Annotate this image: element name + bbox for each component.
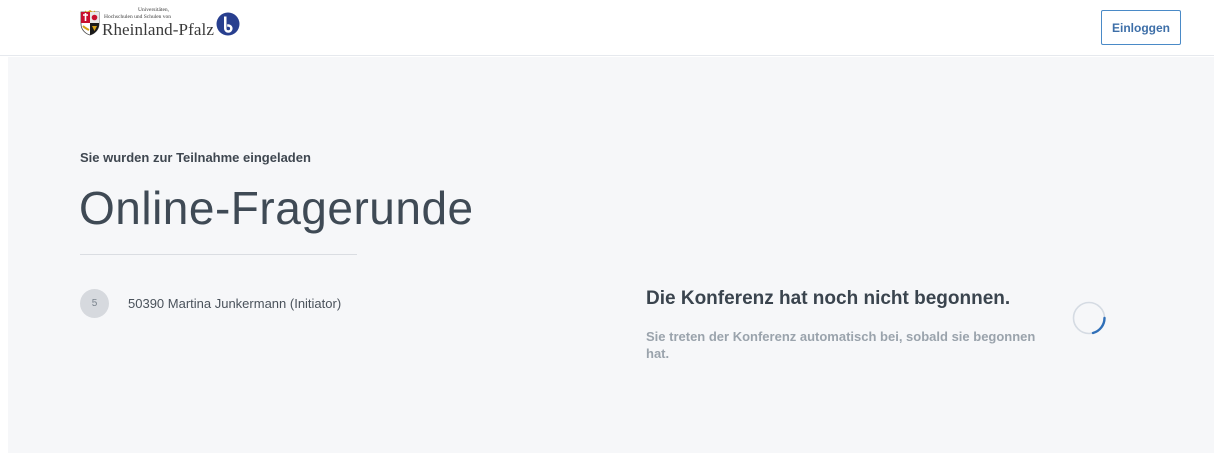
- top-navbar: Universitäten, Hochschulen und Schulen v…: [0, 0, 1214, 56]
- bigbluebutton-b-icon: [216, 12, 240, 35]
- status-subtitle: Sie treten der Konferenz automatisch bei…: [646, 329, 1036, 361]
- invite-text: Sie wurden zur Teilnahme eingeladen: [80, 150, 311, 165]
- logo-line-3: Rheinland-Pfalz: [102, 20, 214, 39]
- logo[interactable]: Universitäten, Hochschulen und Schulen v…: [80, 7, 240, 39]
- owner-avatar: 5: [80, 289, 109, 318]
- main-panel: [8, 57, 1214, 453]
- status-title: Die Konferenz hat noch nicht begonnen.: [646, 288, 1011, 309]
- room-title: Online-Fragerunde: [79, 182, 474, 234]
- logo-line-1: Universitäten,: [138, 7, 170, 13]
- title-divider: [80, 254, 357, 255]
- logo-text: Universitäten, Hochschulen und Schulen v…: [102, 7, 214, 39]
- login-button[interactable]: Einloggen: [1101, 10, 1181, 45]
- loading-spinner-icon: [1072, 301, 1106, 335]
- coat-of-arms-icon: [80, 10, 100, 36]
- owner-name: 50390 Martina Junkermann (Initiator): [128, 296, 342, 311]
